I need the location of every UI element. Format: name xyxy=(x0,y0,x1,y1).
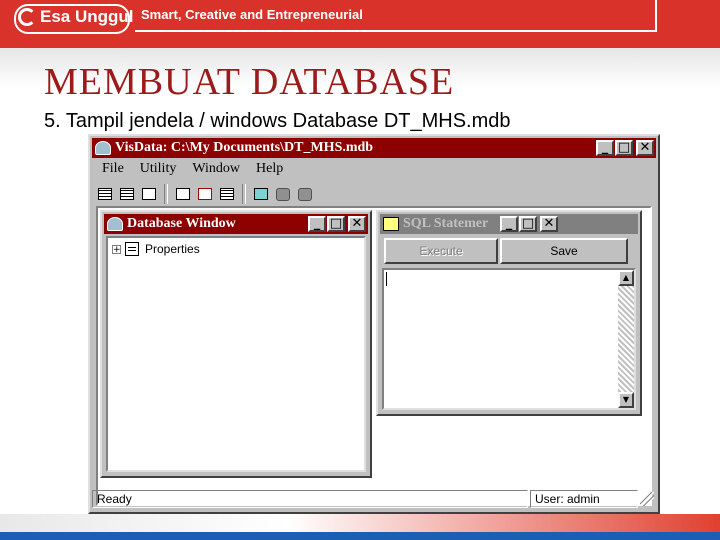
slide-subtitle: 5. Tampil jendela / windows Database DT_… xyxy=(44,110,511,132)
dbgrid-icon[interactable] xyxy=(196,186,214,203)
execute-button[interactable]: Execute xyxy=(384,238,498,264)
menu-utility[interactable]: Utility xyxy=(132,160,185,180)
close-icon: ✕ xyxy=(351,216,363,231)
scroll-up-icon[interactable]: ▲ xyxy=(618,270,634,286)
sql-close-button[interactable]: ✕ xyxy=(540,216,558,232)
mdi-client-area: Database Window _ □ ✕ + Properties SQL S… xyxy=(96,206,652,506)
minimize-button[interactable]: _ xyxy=(596,140,614,156)
toolbar-separator xyxy=(164,184,168,204)
slide-footer-stripe xyxy=(0,532,720,540)
commit-icon[interactable] xyxy=(274,186,292,203)
sql-text-area[interactable]: ▲ ▼ xyxy=(382,268,636,410)
visdata-title: VisData: C:\My Documents\DT_MHS.mdb xyxy=(115,140,374,155)
dynaset-icon[interactable] xyxy=(118,186,136,203)
sql-maximize-button[interactable]: □ xyxy=(519,216,537,232)
resize-grip-icon[interactable] xyxy=(640,492,654,506)
slide-title: MEMBUAT DATABASE xyxy=(44,61,455,103)
save-button[interactable]: Save xyxy=(500,238,628,264)
scroll-down-icon[interactable]: ▼ xyxy=(618,392,634,408)
minimize-icon: _ xyxy=(313,216,321,231)
tree-item-properties[interactable]: + Properties xyxy=(112,242,200,256)
close-icon: ✕ xyxy=(639,140,651,155)
visdata-titlebar[interactable]: VisData: C:\My Documents\DT_MHS.mdb _ □ … xyxy=(92,138,656,158)
grid-icon[interactable] xyxy=(218,186,236,203)
maximize-button[interactable]: □ xyxy=(615,140,633,156)
table-icon[interactable] xyxy=(96,186,114,203)
database-icon[interactable] xyxy=(107,217,123,231)
snapshot-icon[interactable] xyxy=(140,186,158,203)
visdata-app-icon[interactable] xyxy=(95,141,111,155)
sql-minimize-button[interactable]: _ xyxy=(500,216,518,232)
database-window-titlebar[interactable]: Database Window _ □ ✕ xyxy=(104,214,368,234)
rollback-icon[interactable] xyxy=(296,186,314,203)
minimize-icon: _ xyxy=(505,216,513,231)
database-window: Database Window _ □ ✕ + Properties xyxy=(100,210,372,478)
minimize-icon: _ xyxy=(601,140,609,155)
menu-file[interactable]: File xyxy=(94,160,132,180)
sql-window-titlebar[interactable]: SQL Statemer _ □ ✕ xyxy=(380,214,638,234)
close-button[interactable]: ✕ xyxy=(636,140,654,156)
db-maximize-button[interactable]: □ xyxy=(327,216,345,232)
data-control-icon[interactable] xyxy=(174,186,192,203)
menu-window[interactable]: Window xyxy=(184,160,248,180)
properties-icon xyxy=(125,242,139,256)
menu-bar: File Utility Window Help xyxy=(94,160,291,180)
visdata-window: VisData: C:\My Documents\DT_MHS.mdb _ □ … xyxy=(88,134,660,514)
menu-help[interactable]: Help xyxy=(248,160,291,180)
status-bar: Ready User: admin xyxy=(92,488,656,510)
sql-icon[interactable] xyxy=(383,217,399,231)
maximize-icon: □ xyxy=(617,140,631,155)
begin-trans-icon[interactable] xyxy=(252,186,270,203)
toolbar xyxy=(94,182,316,206)
db-minimize-button[interactable]: _ xyxy=(308,216,326,232)
status-user: User: admin xyxy=(530,490,638,508)
maximize-icon: □ xyxy=(329,216,343,231)
close-icon: ✕ xyxy=(543,216,555,231)
database-tree[interactable]: + Properties xyxy=(106,236,366,472)
db-close-button[interactable]: ✕ xyxy=(348,216,366,232)
vertical-scrollbar[interactable]: ▲ ▼ xyxy=(618,270,634,408)
brand-tagline: Smart, Creative and Entrepreneurial xyxy=(141,7,363,22)
maximize-icon: □ xyxy=(521,216,535,231)
sql-window-title: SQL Statemer xyxy=(403,216,489,231)
status-text: Ready xyxy=(92,490,528,508)
sql-statement-window: SQL Statemer _ □ ✕ Execute Save ▲ ▼ xyxy=(376,210,642,416)
text-caret xyxy=(386,272,387,286)
expand-icon[interactable]: + xyxy=(112,244,121,254)
slide-header-band: Esa Unggul Smart, Creative and Entrepren… xyxy=(0,0,720,48)
database-window-title: Database Window xyxy=(127,216,236,231)
brand-logo-icon xyxy=(18,8,36,26)
toolbar-separator xyxy=(242,184,246,204)
tree-item-label: Properties xyxy=(145,242,200,256)
brand-name: Esa Unggul xyxy=(40,7,134,26)
